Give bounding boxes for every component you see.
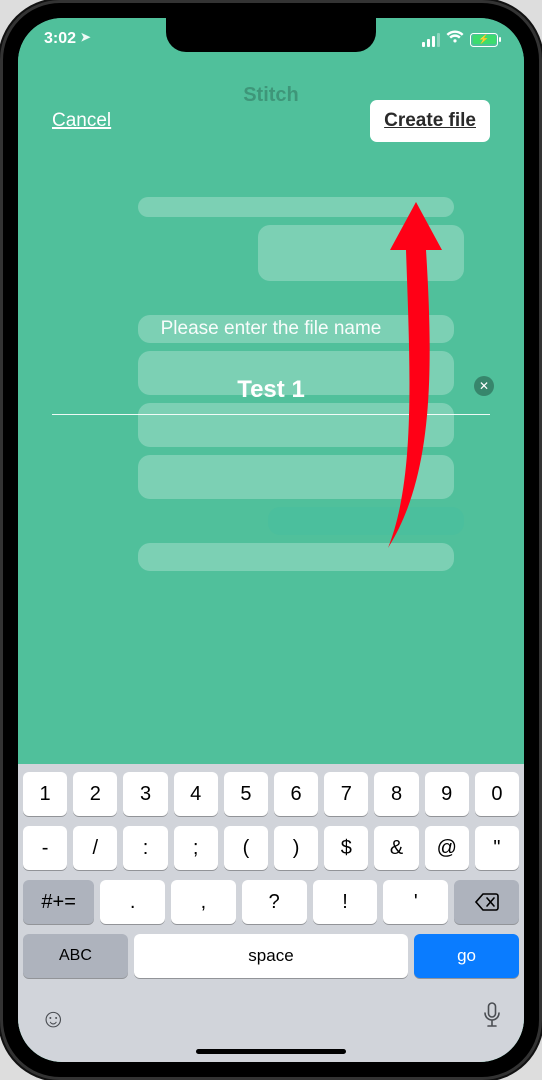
- key-r2-9[interactable]: ": [475, 826, 519, 870]
- key-r2-7[interactable]: &: [374, 826, 418, 870]
- key-r1-4[interactable]: 5: [224, 772, 268, 816]
- key-r2-1[interactable]: /: [73, 826, 117, 870]
- key-r1-0[interactable]: 1: [23, 772, 67, 816]
- battery-icon: ⚡: [470, 33, 498, 47]
- dictation-icon[interactable]: [482, 1002, 502, 1035]
- location-icon: ➤: [80, 30, 90, 44]
- key-r2-0[interactable]: -: [23, 826, 67, 870]
- wifi-icon: [446, 30, 464, 49]
- key-r2-6[interactable]: $: [324, 826, 368, 870]
- key-exclaim[interactable]: !: [313, 880, 378, 924]
- cancel-button[interactable]: Cancel: [52, 110, 111, 132]
- key-r2-4[interactable]: (: [224, 826, 268, 870]
- clear-input-icon[interactable]: ✕: [474, 376, 494, 396]
- key-r1-8[interactable]: 9: [425, 772, 469, 816]
- key-go[interactable]: go: [414, 934, 519, 978]
- keyboard: 1234567890 -/:;()$&@" #+= . , ? ! ' ABC …: [18, 764, 524, 1062]
- key-r2-8[interactable]: @: [425, 826, 469, 870]
- key-r1-9[interactable]: 0: [475, 772, 519, 816]
- key-r1-2[interactable]: 3: [123, 772, 167, 816]
- key-r2-2[interactable]: :: [123, 826, 167, 870]
- key-r1-3[interactable]: 4: [174, 772, 218, 816]
- filename-input[interactable]: [52, 370, 490, 415]
- signal-icon: [422, 33, 440, 47]
- create-file-button[interactable]: Create file: [370, 100, 490, 142]
- key-apostrophe[interactable]: ': [383, 880, 448, 924]
- key-abc[interactable]: ABC: [23, 934, 128, 978]
- emoji-icon[interactable]: ☺: [40, 1003, 67, 1034]
- status-time: 3:02: [44, 30, 76, 47]
- key-r1-1[interactable]: 2: [73, 772, 117, 816]
- key-backspace[interactable]: [454, 880, 519, 924]
- key-r2-3[interactable]: ;: [174, 826, 218, 870]
- key-r1-7[interactable]: 8: [374, 772, 418, 816]
- key-r1-5[interactable]: 6: [274, 772, 318, 816]
- key-comma[interactable]: ,: [171, 880, 236, 924]
- key-period[interactable]: .: [100, 880, 165, 924]
- key-space[interactable]: space: [134, 934, 408, 978]
- prompt-label: Please enter the file name: [18, 318, 524, 340]
- key-r2-5[interactable]: ): [274, 826, 318, 870]
- key-numpunct[interactable]: #+=: [23, 880, 94, 924]
- key-r1-6[interactable]: 7: [324, 772, 368, 816]
- home-indicator[interactable]: [196, 1049, 346, 1054]
- key-question[interactable]: ?: [242, 880, 307, 924]
